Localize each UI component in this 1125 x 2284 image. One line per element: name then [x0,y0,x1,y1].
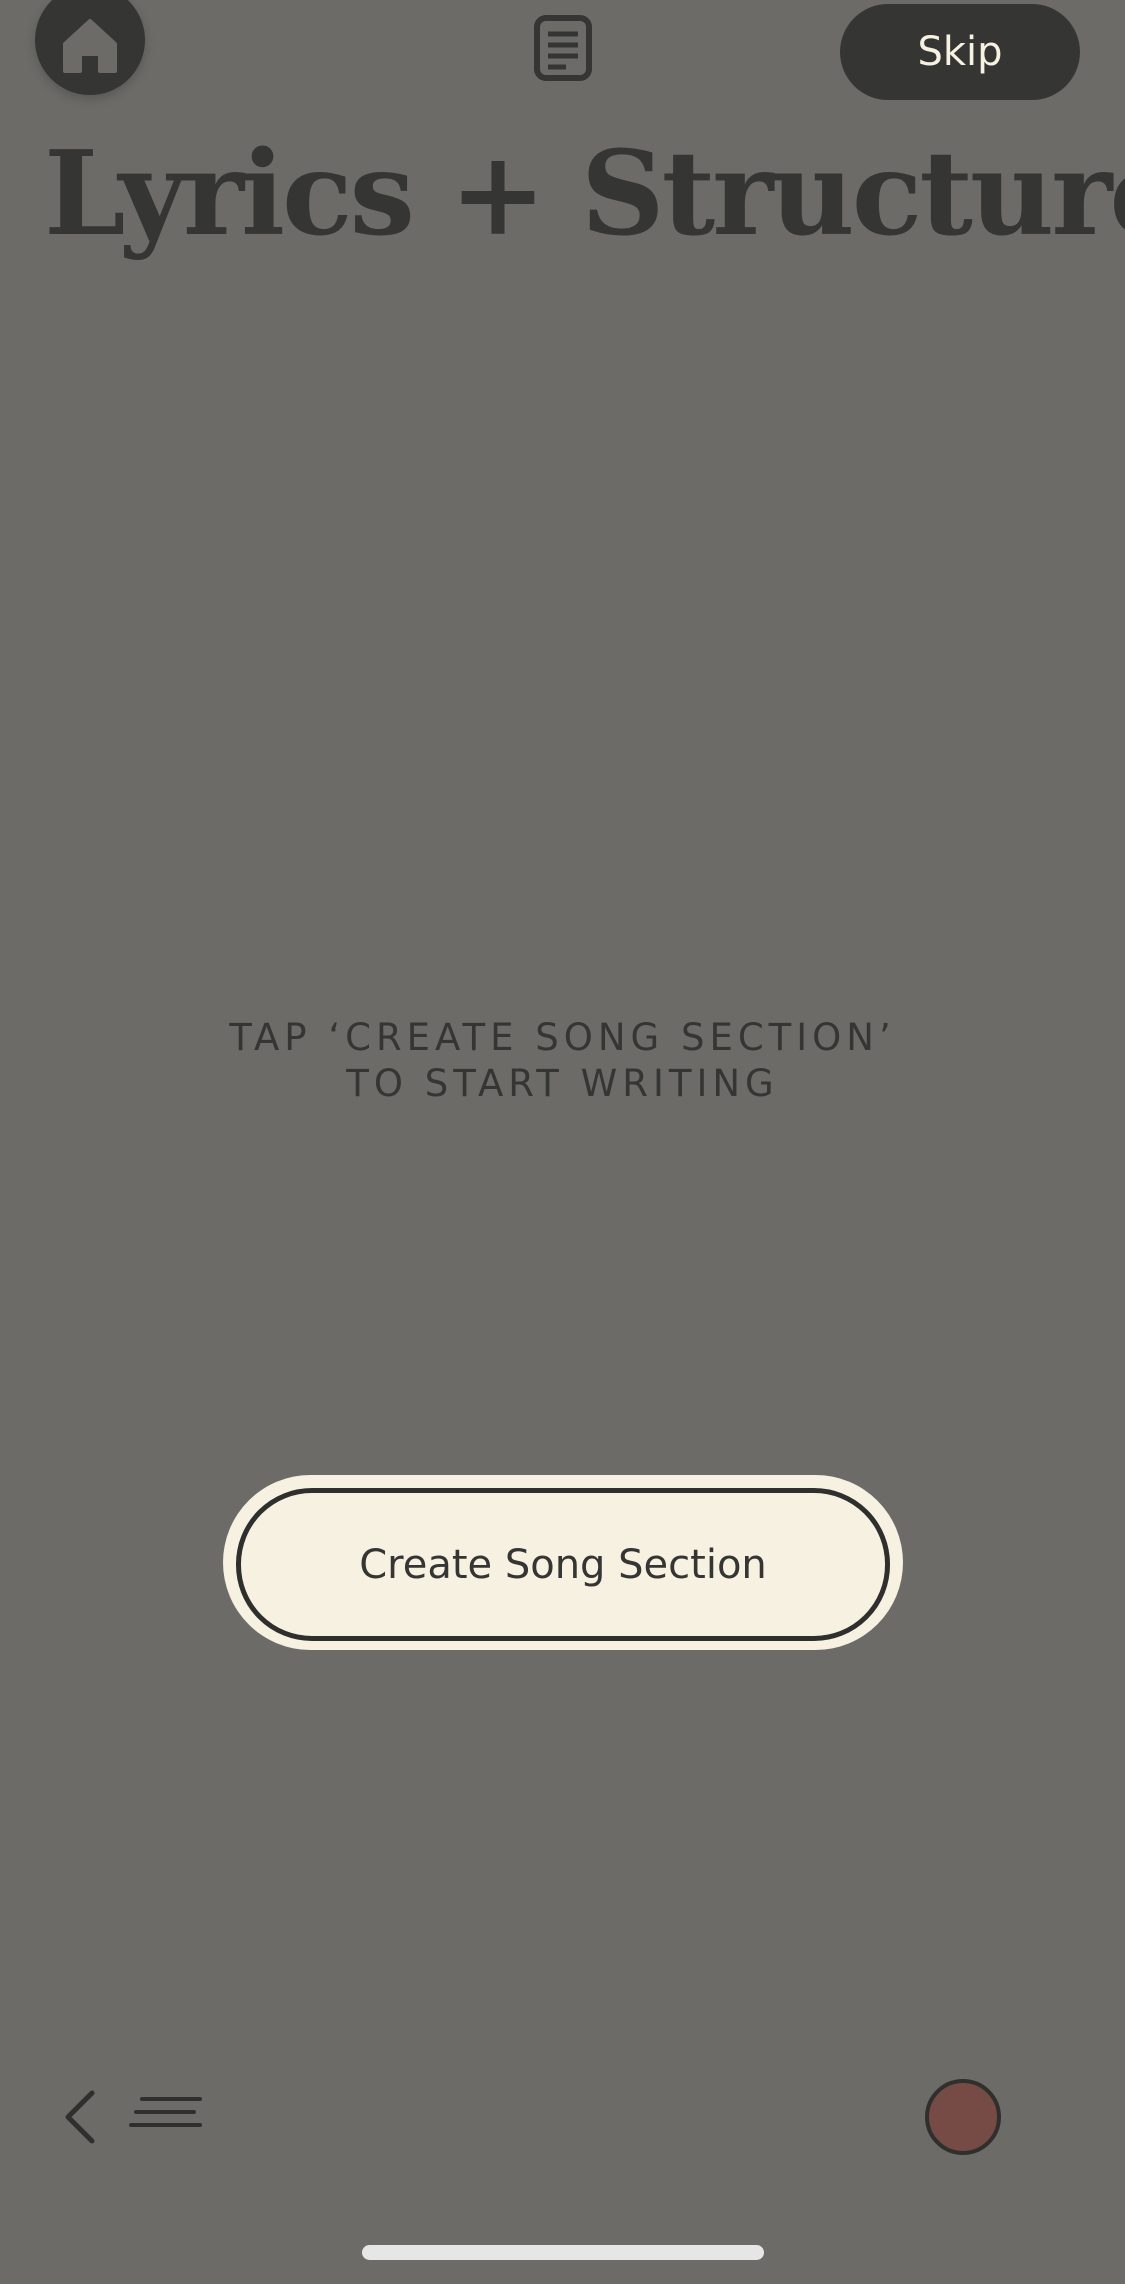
menu-button[interactable] [128,2091,203,2141]
document-icon [534,14,592,81]
instruction-line-2: TO START WRITING [346,1062,779,1105]
top-bar: Skip [0,0,1125,110]
home-indicator [362,2245,764,2260]
empty-state-instruction: TAP ‘CREATE SONG SECTION’ TO START WRITI… [0,1015,1125,1107]
create-song-section-container: Create Song Section [223,1475,903,1650]
page-title: Lyrics + Structure [44,126,1125,262]
home-button[interactable] [35,0,145,95]
bottom-bar [0,2075,1125,2155]
create-song-section-button[interactable]: Create Song Section [236,1488,890,1641]
back-button[interactable] [60,2087,105,2147]
skip-label: Skip [917,29,1003,75]
instruction-line-1: TAP ‘CREATE SONG SECTION’ [229,1016,896,1059]
home-icon [63,19,117,73]
chevron-left-icon [65,2090,95,2144]
menu-icon [129,2097,202,2127]
skip-button[interactable]: Skip [840,4,1080,100]
notes-button[interactable] [528,10,598,85]
create-song-section-label: Create Song Section [359,1541,767,1588]
record-button[interactable] [925,2079,1001,2155]
